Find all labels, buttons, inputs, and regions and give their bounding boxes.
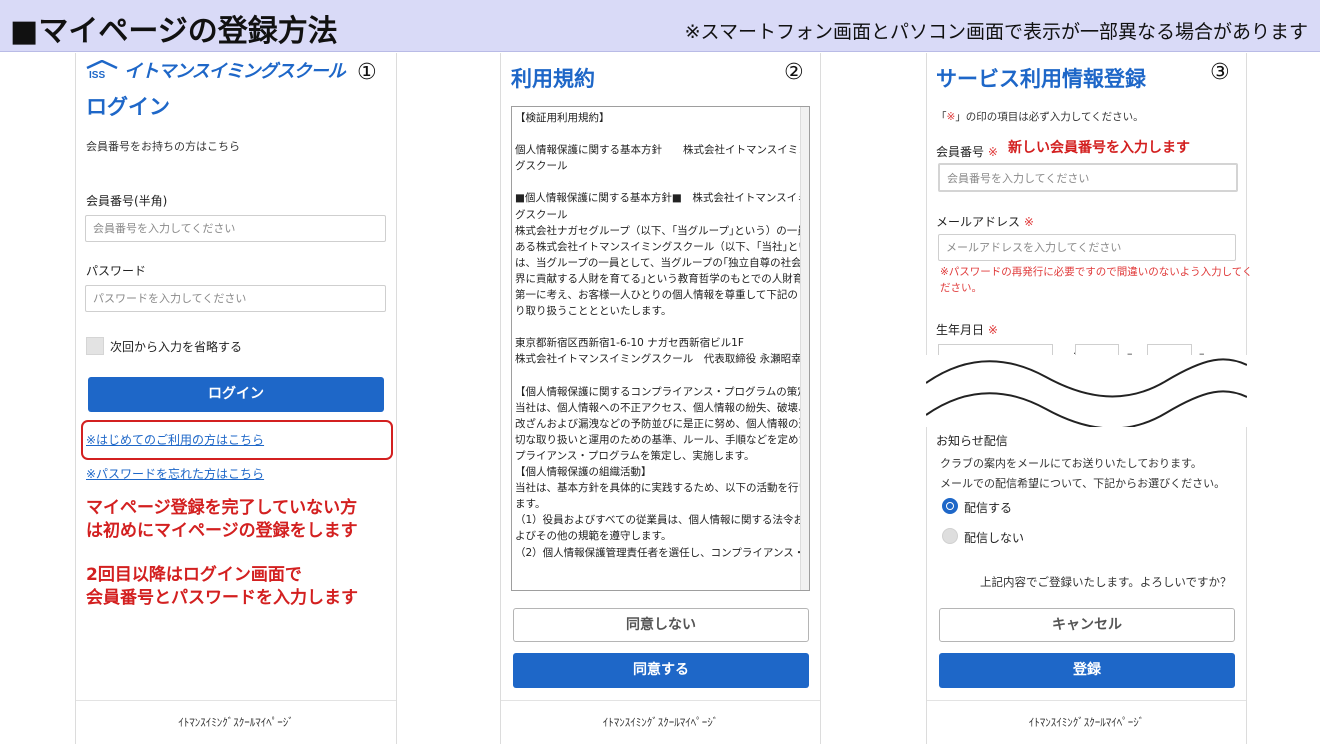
birthdate-label-text: 生年月日 [936, 323, 985, 337]
terms-line: は、当グループの一員として、当グループの｢独立自尊の社会･世 [515, 256, 810, 269]
password-label: パスワード [86, 264, 147, 278]
member-intro-text: 会員番号をお持ちの方はこちら [86, 140, 240, 153]
email-input[interactable]: メールアドレスを入力してください [938, 234, 1236, 261]
omitted-section [925, 355, 1248, 430]
terms-line: グスクール [515, 160, 568, 173]
required-note-prefix: 「 [936, 111, 947, 123]
terms-line: 第一に考え、お客様一人ひとりの個人情報を尊重して下記のとお [515, 289, 810, 302]
terms-line: 改ざんおよび漏洩などの予防並びに是正に努め、個人情報の適 [515, 417, 809, 430]
radio-unselected-icon[interactable] [942, 528, 958, 544]
page-header: ■マイページの登録方法 ※スマートフォン画面とパソコン画面で表示が一部異なる場合… [0, 0, 1320, 52]
terms-line: 【個人情報保護の組織活動】 [515, 466, 652, 479]
logo-text: イトマンスイミングスクール [124, 61, 346, 82]
note-line: は初めにマイページの登録をします [86, 521, 358, 541]
terms-line: 当社は、個人情報への不正アクセス、個人情報の紛失、破壊、 [515, 401, 809, 414]
note-line: 2回目以降はログイン画面で [86, 565, 302, 585]
terms-line [512, 126, 809, 142]
terms-line: よびその他の規範を遵守します。 [515, 530, 672, 543]
terms-line: ■個人情報保護に関する基本方針■ 株式会社イトマンスイミン [515, 192, 810, 205]
confirm-text: 上記内容でご登録いたします。よろしいですか？ [980, 575, 1232, 589]
terms-line: 【検証用利用規約】 [515, 112, 610, 124]
register-button[interactable]: 登録 [939, 653, 1235, 688]
remember-label: 次回から入力を省略する [110, 340, 243, 354]
email-warning: ※パスワードの再発行に必要ですので間違いのないよう入力してく ださい。 [940, 264, 1252, 296]
member-number-instruction: 新しい会員番号を入力します [1008, 140, 1190, 156]
login-screen-panel: ISS イトマンスイミングスクール ① ログイン 会員番号をお持ちの方はこちら … [75, 53, 397, 744]
terms-line: ます。 [515, 498, 546, 511]
email-warning-line: ※パスワードの再発行に必要ですので間違いのないよう入力してく [940, 266, 1253, 278]
page-title: ■マイページの登録方法 [10, 14, 338, 49]
panel-footer: ｲﾄﾏﾝｽｲﾐﾝｸﾞｽｸｰﾙﾏｲﾍﾟｰｼﾞ [927, 700, 1246, 744]
required-mark: ※ [987, 145, 998, 159]
terms-scrollbar[interactable] [800, 107, 809, 590]
wave-divider-icon [925, 358, 1248, 430]
terms-line: 株式会社ナガセグループ（以下、｢当グループ｣という）の一員で [515, 224, 810, 237]
login-instruction-note: マイページ登録を完了していない方 は初めにマイページの登録をします 2回目以降は… [86, 497, 358, 610]
terms-line: グスクール [515, 208, 568, 221]
registration-heading: サービス利用情報登録 [936, 67, 1146, 91]
terms-line: り取り扱うこととといたします。 [515, 305, 672, 318]
terms-line: 切な取り扱いと運用のための基準、ルール、手順などを定めたコン [515, 433, 810, 446]
terms-line: （2）個人情報保護管理責任者を選任し、コンプライアンス・プ [515, 546, 810, 559]
required-note-suffix: 」の印の項目は必ず入力してください。 [955, 111, 1144, 123]
radio-selected-icon[interactable] [942, 498, 958, 514]
option-unsubscribe-label[interactable]: 配信しない [964, 529, 1024, 546]
terms-line: 当社は、基本方針を具体的に実践するため、以下の活動を行い [515, 482, 809, 495]
email-label: メールアドレス ※ [936, 213, 1034, 230]
login-button[interactable]: ログイン [88, 377, 384, 412]
login-heading: ログイン [86, 95, 170, 119]
terms-screen-panel: 利用規約 ② 【検証用利用規約】 個人情報保護に関する基本方針 株式会社イトマン… [500, 53, 821, 744]
disagree-button[interactable]: 同意しない [513, 608, 809, 642]
step-number: ② [784, 60, 804, 85]
terms-textbox[interactable]: 【検証用利用規約】 個人情報保護に関する基本方針 株式会社イトマンスイミン グスク… [511, 106, 810, 591]
terms-line: 個人情報保護に関する基本方針 株式会社イトマンスイミン [515, 144, 809, 157]
required-mark: ※ [1023, 215, 1034, 229]
agree-button[interactable]: 同意する [513, 653, 809, 688]
member-number-label: 会員番号(半角) [86, 194, 168, 208]
note-line: マイページ登録を完了していない方 [86, 498, 358, 518]
panel-footer: ｲﾄﾏﾝｽｲﾐﾝｸﾞｽｸｰﾙﾏｲﾍﾟｰｼﾞ [501, 700, 820, 744]
registration-screen-panel: サービス利用情報登録 ③ 「※」の印の項目は必ず入力してください。 会員番号 ※… [925, 53, 1252, 744]
step-number: ③ [1210, 60, 1230, 85]
step-number: ① [357, 60, 377, 85]
itoman-logo-icon: ISS [86, 60, 118, 80]
note-line [86, 543, 358, 564]
terms-line: 【個人情報保護に関するコンプライアンス・プログラムの策定】 [515, 385, 810, 398]
terms-line: 界に貢献する人財を育てる｣という教育哲学のもとでの人財育成を [515, 272, 810, 285]
terms-line [512, 174, 809, 190]
terms-heading: 利用規約 [511, 67, 595, 91]
newsletter-desc: クラブの案内をメールにてお送りいたしております。 [940, 457, 1202, 470]
panel-footer: ｲﾄﾏﾝｽｲﾐﾝｸﾞｽｸｰﾙﾏｲﾍﾟｰｼﾞ [76, 700, 396, 744]
terms-line: 株式会社イトマンスイミングスクール 代表取締役 永瀬昭幸 [515, 353, 802, 366]
terms-line: プライアンス・プログラムを策定し、実施します。 [515, 449, 755, 462]
header-note: ※スマートフォン画面とパソコン画面で表示が一部異なる場合があります [684, 21, 1308, 43]
required-mark: ※ [946, 111, 956, 123]
email-label-text: メールアドレス [936, 215, 1021, 229]
brand-logo: ISS イトマンスイミングスクール [86, 57, 346, 83]
member-number-label-text: 会員番号 [936, 145, 985, 159]
terms-line: （1）役員およびすべての従業員は、個人情報に関する法令お [515, 514, 805, 527]
terms-line: ある株式会社イトマンスイミングスクール（以下、｢当社｣という） [515, 240, 810, 253]
option-subscribe-label[interactable]: 配信する [964, 499, 1012, 516]
email-warning-line: ださい。 [940, 282, 982, 294]
forgot-password-link[interactable]: ※パスワードを忘れた方はこちら [86, 465, 264, 482]
birthdate-label: 生年月日 ※ [936, 321, 998, 338]
svg-text:ISS: ISS [89, 70, 105, 80]
member-number-input[interactable]: 会員番号を入力してください [85, 215, 386, 242]
note-line: 会員番号とパスワードを入力します [86, 588, 358, 608]
first-time-link[interactable]: ※はじめてのご利用の方はこちら [86, 431, 264, 448]
required-note: 「※」の印の項目は必ず入力してください。 [936, 109, 1144, 124]
terms-line: 東京都新宿区西新宿1-6-10 ナガセ西新宿ビル1F [515, 337, 744, 350]
terms-line [512, 319, 809, 335]
password-input[interactable]: パスワードを入力してください [85, 285, 386, 312]
required-mark: ※ [987, 323, 998, 337]
newsletter-label: お知らせ配信 [936, 434, 1008, 448]
member-number-input[interactable]: 会員番号を入力してください [938, 163, 1238, 192]
remember-checkbox[interactable] [86, 337, 104, 355]
newsletter-desc: メールでの配信希望について、下記からお選びください。 [940, 477, 1226, 490]
member-number-label: 会員番号 ※ [936, 143, 998, 160]
terms-content: 【検証用利用規約】 個人情報保護に関する基本方針 株式会社イトマンスイミン グスク… [512, 110, 809, 561]
cancel-button[interactable]: キャンセル [939, 608, 1235, 642]
terms-line [512, 368, 809, 384]
